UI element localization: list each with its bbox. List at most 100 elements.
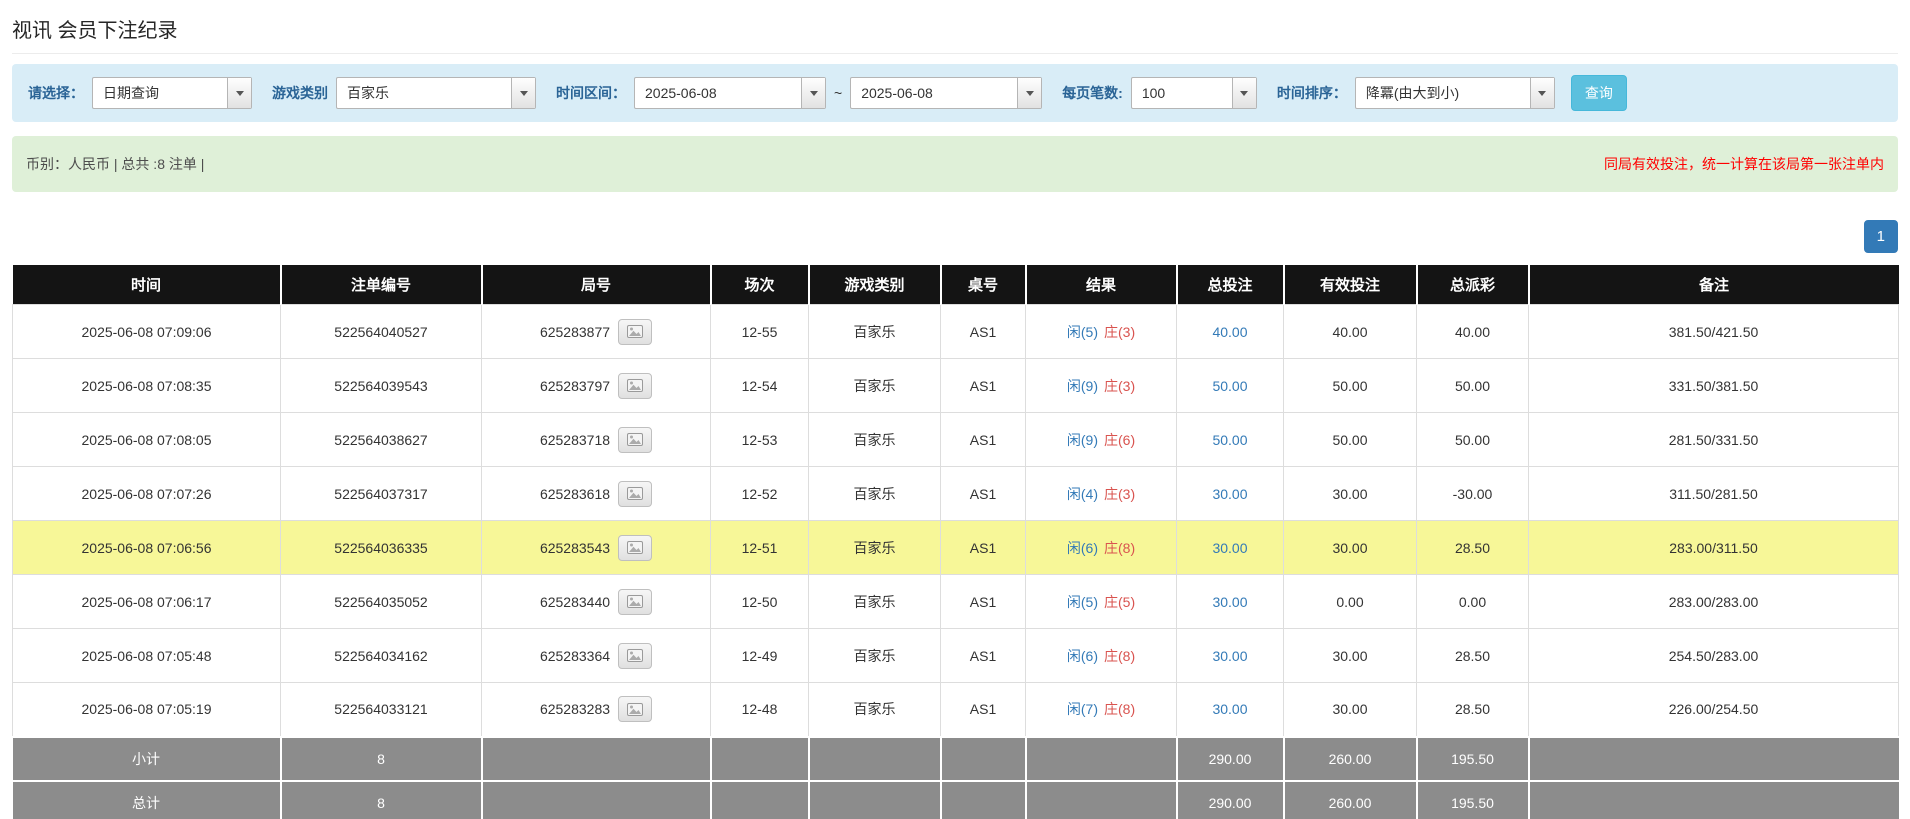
cell-game-type: 百家乐 — [809, 521, 941, 575]
cell-valid-bet: 30.00 — [1284, 683, 1417, 737]
cell-session: 12-49 — [711, 629, 809, 683]
game-type-select[interactable]: 百家乐 — [336, 77, 536, 109]
image-icon — [627, 703, 643, 716]
total-bet-link[interactable]: 30.00 — [1212, 486, 1247, 502]
image-icon — [627, 487, 643, 500]
cell-total-bet: 30.00 — [1177, 629, 1284, 683]
view-result-button[interactable] — [618, 481, 652, 507]
date-from-select[interactable]: 2025-06-08 — [634, 77, 826, 109]
table-row: 2025-06-08 07:09:06 522564040527 6252838… — [13, 305, 1899, 359]
total-bet-link[interactable]: 40.00 — [1212, 324, 1247, 340]
table-row: 2025-06-08 07:06:56 522564036335 6252835… — [13, 521, 1899, 575]
player-result: 闲(6) — [1067, 648, 1098, 664]
cell-session: 12-55 — [711, 305, 809, 359]
cell-bet-id: 522564037317 — [281, 467, 482, 521]
chevron-down-icon[interactable] — [1530, 78, 1554, 108]
view-result-button[interactable] — [618, 535, 652, 561]
cell-result: 闲(7)庄(8) — [1026, 683, 1177, 737]
cell-remark: 254.50/283.00 — [1529, 629, 1899, 683]
subtotal-payout: 195.50 — [1417, 737, 1529, 781]
banker-result: 庄(6) — [1104, 432, 1135, 448]
cell-remark: 381.50/421.50 — [1529, 305, 1899, 359]
total-label: 总计 — [13, 781, 281, 819]
cell-valid-bet: 30.00 — [1284, 629, 1417, 683]
cell-round: 625283364 — [482, 629, 711, 683]
cell-game-type: 百家乐 — [809, 467, 941, 521]
player-result: 闲(9) — [1067, 432, 1098, 448]
cell-payout: -30.00 — [1417, 467, 1529, 521]
player-result: 闲(7) — [1067, 701, 1098, 717]
cell-total-bet: 50.00 — [1177, 413, 1284, 467]
cell-bet-id: 522564036335 — [281, 521, 482, 575]
subtotal-empty — [941, 737, 1026, 781]
cell-round: 625283618 — [482, 467, 711, 521]
cell-game-type: 百家乐 — [809, 575, 941, 629]
total-payout: 195.50 — [1417, 781, 1529, 819]
view-result-button[interactable] — [618, 643, 652, 669]
chevron-down-icon[interactable] — [1232, 78, 1256, 108]
page: 视讯 会员下注纪录 请选择： 日期查询 游戏类别 百家乐 时间区间： 2025-… — [0, 0, 1910, 819]
cell-result: 闲(4)庄(3) — [1026, 467, 1177, 521]
cell-bet-id: 522564038627 — [281, 413, 482, 467]
sort-select[interactable]: 降冪(由大到小) — [1355, 77, 1555, 109]
cell-remark: 283.00/283.00 — [1529, 575, 1899, 629]
subtotal-label: 小计 — [13, 737, 281, 781]
cell-valid-bet: 30.00 — [1284, 521, 1417, 575]
table-row: 2025-06-08 07:07:26 522564037317 6252836… — [13, 467, 1899, 521]
date-to-select[interactable]: 2025-06-08 — [850, 77, 1042, 109]
cell-result: 闲(5) 庄(5) — [1026, 575, 1177, 629]
round-number: 625283797 — [540, 378, 610, 394]
search-button[interactable]: 查询 — [1571, 75, 1627, 111]
table-row: 2025-06-08 07:05:48 522564034162 6252833… — [13, 629, 1899, 683]
cell-result: 闲(6)庄(8) — [1026, 629, 1177, 683]
chevron-down-icon[interactable] — [1017, 78, 1041, 108]
subtotal-valid-bet: 260.00 — [1284, 737, 1417, 781]
query-type-select[interactable]: 日期查询 — [92, 77, 252, 109]
cell-payout: 40.00 — [1417, 305, 1529, 359]
cell-time: 2025-06-08 07:07:26 — [13, 467, 281, 521]
view-result-button[interactable] — [618, 427, 652, 453]
page-button-1[interactable]: 1 — [1864, 220, 1898, 253]
page-size-select[interactable]: 100 — [1131, 77, 1257, 109]
banker-result: 庄(5) — [1104, 594, 1135, 610]
cell-valid-bet: 40.00 — [1284, 305, 1417, 359]
total-bet-link[interactable]: 30.00 — [1212, 594, 1247, 610]
cell-bet-id: 522564035052 — [281, 575, 482, 629]
game-type-value: 百家乐 — [337, 78, 511, 108]
cell-game-type: 百家乐 — [809, 629, 941, 683]
total-bet-link[interactable]: 50.00 — [1212, 432, 1247, 448]
header-result: 结果 — [1026, 265, 1177, 305]
banker-result: 庄(3) — [1104, 324, 1135, 340]
date-from-value: 2025-06-08 — [635, 78, 801, 108]
total-row: 总计 8 290.00 260.00 195.50 — [13, 781, 1899, 819]
total-bet-link[interactable]: 50.00 — [1212, 378, 1247, 394]
view-result-button[interactable] — [618, 589, 652, 615]
total-bet-link[interactable]: 30.00 — [1212, 648, 1247, 664]
player-result: 闲(9) — [1067, 378, 1098, 394]
player-result: 闲(5) — [1067, 594, 1098, 610]
date-range-label: 时间区间： — [556, 83, 626, 103]
cell-remark: 331.50/381.50 — [1529, 359, 1899, 413]
view-result-button[interactable] — [618, 373, 652, 399]
page-size-label: 每页笔数: — [1062, 83, 1123, 103]
chevron-down-icon[interactable] — [227, 78, 251, 108]
view-result-button[interactable] — [618, 319, 652, 345]
cell-time: 2025-06-08 07:08:05 — [13, 413, 281, 467]
view-result-button[interactable] — [618, 696, 652, 722]
cell-bet-id: 522564033121 — [281, 683, 482, 737]
cell-session: 12-50 — [711, 575, 809, 629]
total-empty — [1026, 781, 1177, 819]
total-bet-link[interactable]: 30.00 — [1212, 540, 1247, 556]
header-table: 桌号 — [941, 265, 1026, 305]
header-game-type: 游戏类别 — [809, 265, 941, 305]
subtotal-count: 8 — [281, 737, 482, 781]
cell-round: 625283718 — [482, 413, 711, 467]
header-round: 局号 — [482, 265, 711, 305]
cell-time: 2025-06-08 07:09:06 — [13, 305, 281, 359]
cell-total-bet: 50.00 — [1177, 359, 1284, 413]
total-bet-link[interactable]: 30.00 — [1212, 701, 1247, 717]
table-footer: 小计 8 290.00 260.00 195.50 总计 8 — [13, 737, 1899, 819]
chevron-down-icon[interactable] — [511, 78, 535, 108]
chevron-down-icon[interactable] — [801, 78, 825, 108]
cell-table: AS1 — [941, 575, 1026, 629]
